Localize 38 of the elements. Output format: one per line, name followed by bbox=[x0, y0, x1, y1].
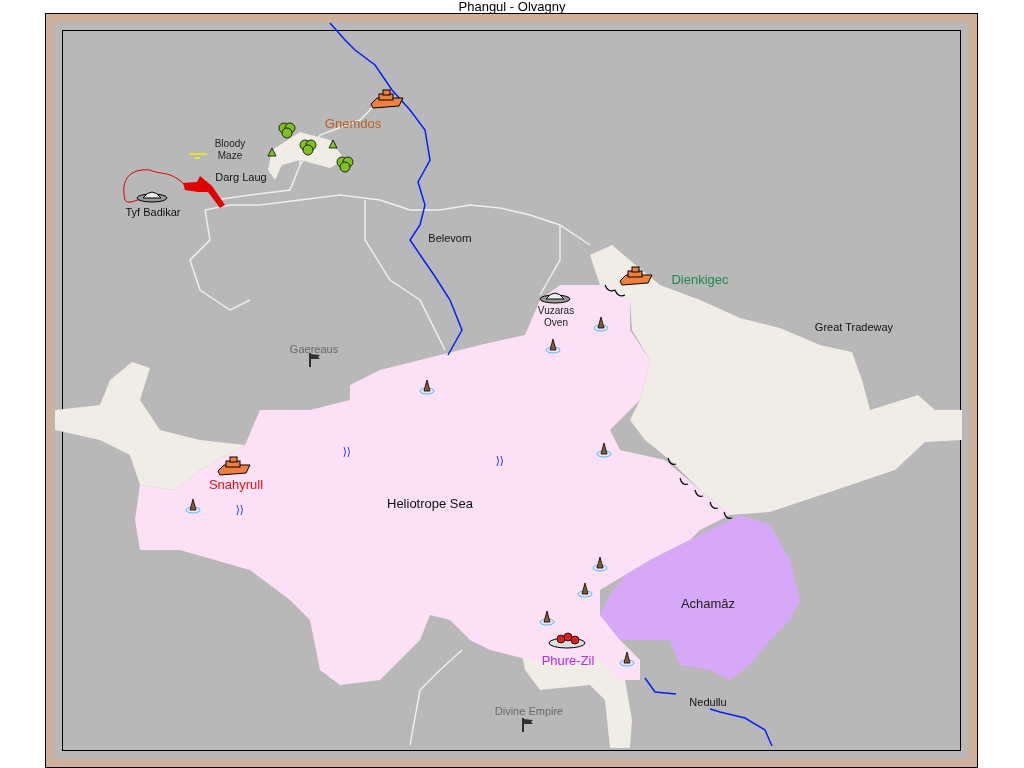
sailboat-icon bbox=[539, 610, 555, 626]
maze-icon bbox=[188, 153, 208, 159]
wave-icon bbox=[496, 455, 503, 467]
place-label: Nedullu bbox=[689, 695, 727, 710]
cliff-mark bbox=[604, 284, 626, 297]
sailboat-icon bbox=[596, 442, 612, 458]
sailboat-icon bbox=[185, 498, 201, 514]
sailboat-icon bbox=[592, 556, 608, 572]
place-label: Gaereaus bbox=[289, 342, 339, 357]
place-label: Phure-Zil bbox=[541, 652, 595, 670]
sailboat-icon bbox=[545, 338, 561, 354]
mound-icon bbox=[136, 191, 168, 203]
place-label: Achamâz bbox=[680, 595, 736, 613]
cliff-mark bbox=[667, 457, 733, 519]
sailboat-icon bbox=[577, 582, 593, 598]
mound-icon bbox=[539, 292, 571, 304]
window-title: Phangul - Olvagny bbox=[458, 0, 566, 13]
river-line bbox=[709, 708, 773, 747]
place-label: Tyf Badikar bbox=[124, 205, 182, 220]
flag-icon bbox=[522, 717, 533, 733]
sailboat-icon bbox=[593, 316, 609, 332]
place-label: Vuzaras Oven bbox=[536, 305, 576, 329]
flag-icon bbox=[309, 352, 320, 368]
place-label: Belevorn bbox=[428, 231, 472, 246]
wave-icon bbox=[236, 504, 243, 516]
place-label: Darg Laug bbox=[215, 170, 267, 185]
sailboat-icon bbox=[419, 379, 435, 395]
place-label: Gnemdos bbox=[324, 115, 382, 133]
sailboat-icon bbox=[619, 651, 635, 667]
river-line bbox=[644, 677, 677, 695]
place-label: Bloody Maze bbox=[213, 138, 247, 162]
place-label: Divine Empire bbox=[494, 704, 564, 719]
place-label: Dienkigec bbox=[671, 271, 729, 289]
wave-icon bbox=[343, 446, 350, 458]
place-label: Great Tradeway bbox=[813, 320, 895, 335]
town-icon bbox=[548, 632, 586, 649]
place-label: Snahyrull bbox=[208, 476, 264, 494]
place-label: Heliotrope Sea bbox=[387, 495, 473, 513]
